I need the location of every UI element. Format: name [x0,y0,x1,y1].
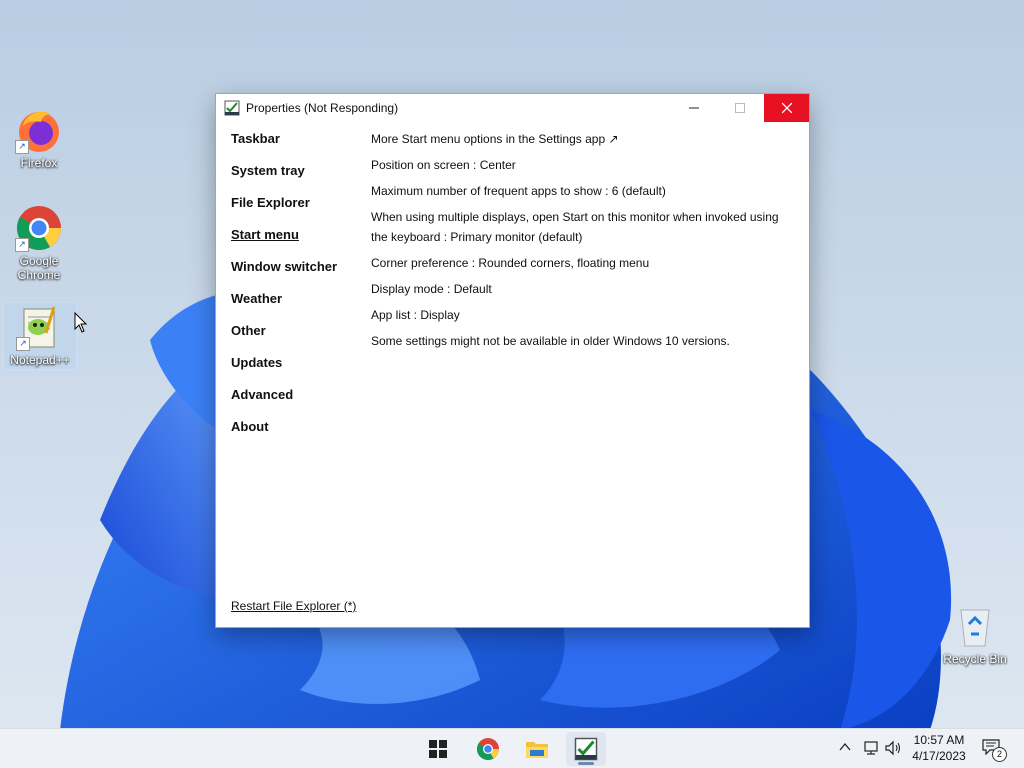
properties-app-icon [574,737,598,761]
taskbar-chrome[interactable] [468,732,508,766]
minimize-button[interactable] [671,94,717,122]
recycle-bin-icon [951,602,999,650]
desktop-icon-label: Google Chrome [17,254,61,282]
nav-item-weather[interactable]: Weather [231,290,361,322]
settings-nav: Taskbar System tray File Explorer Start … [231,130,361,450]
setting-position-on-screen[interactable]: Position on screen : Center [371,155,796,175]
window-title: Properties (Not Responding) [246,101,399,115]
nav-item-other[interactable]: Other [231,322,361,354]
maximize-icon [735,103,745,113]
minimize-icon [689,107,699,109]
properties-window: Properties (Not Responding) Taskbar Syst… [216,94,809,627]
speaker-icon [885,740,901,756]
settings-note: Some settings might not be available in … [371,334,730,348]
start-button[interactable] [418,732,458,766]
firefox-icon: ↗ [15,106,63,154]
chevron-up-icon [839,742,851,751]
nav-item-updates[interactable]: Updates [231,354,361,386]
chrome-icon: ↗ [15,204,63,252]
clock-date: 4/17/2023 [912,749,966,763]
nav-item-file-explorer[interactable]: File Explorer [231,194,361,226]
taskbar-properties[interactable] [566,732,606,766]
network-icon [864,741,878,755]
maximize-button[interactable] [717,94,763,122]
start-icon [429,740,447,758]
desktop-icon-google-chrome[interactable]: ↗ Google Chrome [4,204,74,282]
notepadpp-icon: ↗ [16,303,64,351]
notification-center-button[interactable]: 2 [982,739,1008,762]
nav-item-system-tray[interactable]: System tray [231,162,361,194]
properties-app-icon [224,100,240,116]
desktop-icon-notepadpp[interactable]: ↗ Notepad++ [3,302,77,370]
nav-item-advanced[interactable]: Advanced [231,386,361,418]
network-button[interactable] [862,740,880,758]
setting-app-list[interactable]: App list : Display [371,305,796,325]
desktop-icon-recycle-bin[interactable]: Recycle Bin [940,602,1010,666]
setting-corner-preference[interactable]: Corner preference : Rounded corners, flo… [371,253,796,273]
nav-item-start-menu[interactable]: Start menu [231,226,361,258]
notification-count-badge: 2 [992,747,1007,762]
clock-time: 10:57 AM [913,733,965,747]
taskbar-clock[interactable]: 10:57 AM 4/17/2023 [905,732,973,764]
settings-content: More Start menu options in the Settings … [371,129,796,357]
setting-max-frequent-apps[interactable]: Maximum number of frequent apps to show … [371,181,796,201]
desktop-icon-firefox[interactable]: ↗ Firefox [4,106,74,170]
restart-file-explorer-link[interactable]: Restart File Explorer (*) [231,599,356,613]
setting-multiple-displays[interactable]: When using multiple displays, open Start… [371,207,796,247]
taskbar: 10:57 AM 4/17/2023 2 [0,728,1024,768]
nav-item-about[interactable]: About [231,418,361,450]
desktop-icon-label: Firefox [20,156,58,170]
close-icon [781,103,792,113]
desktop-icon-label: Recycle Bin [943,652,1007,666]
nav-item-window-switcher[interactable]: Window switcher [231,258,361,290]
desktop-icon-label: Notepad++ [10,353,70,367]
volume-button[interactable] [884,740,904,758]
close-button[interactable] [764,94,809,122]
setting-display-mode[interactable]: Display mode : Default [371,279,796,299]
mouse-cursor-icon [74,312,88,333]
title-bar[interactable]: Properties (Not Responding) [216,94,809,122]
setting-more-start-options-link[interactable]: More Start menu options in the Settings … [371,129,796,149]
chrome-icon [477,738,499,760]
file-explorer-icon [526,742,548,758]
taskbar-file-explorer[interactable] [517,732,557,766]
show-hidden-icons-button[interactable] [838,740,856,758]
nav-item-taskbar[interactable]: Taskbar [231,130,361,162]
